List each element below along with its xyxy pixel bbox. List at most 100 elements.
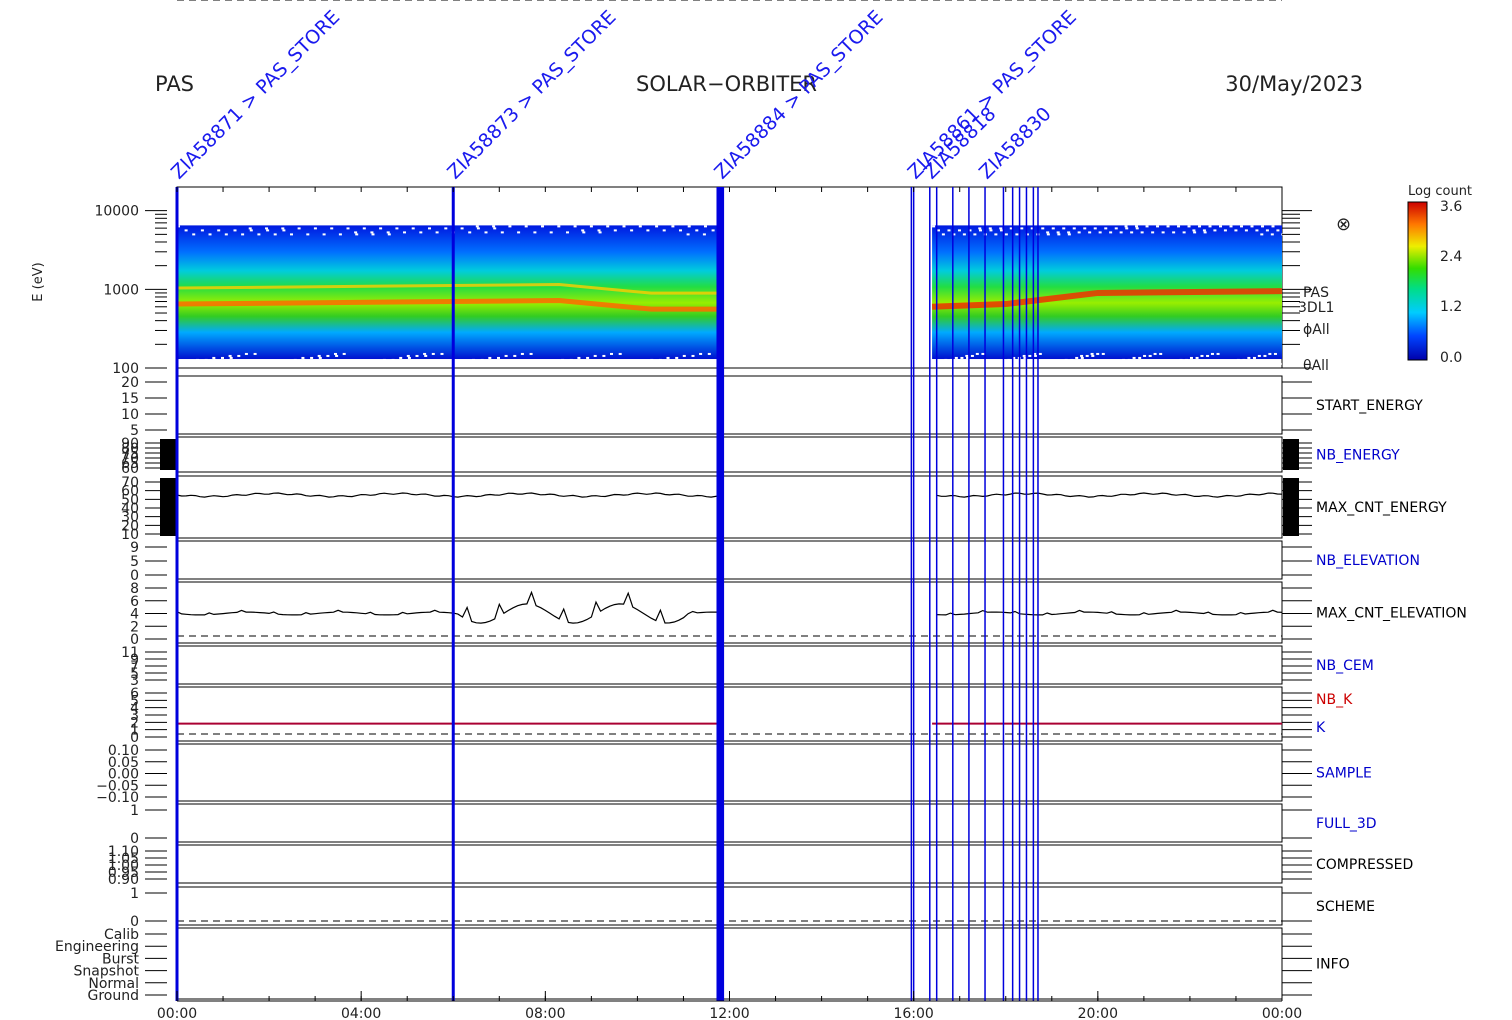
spectrogram-speckle xyxy=(322,233,326,236)
spectrogram-speckle xyxy=(1062,227,1066,230)
spectrogram-speckle xyxy=(1046,231,1050,234)
spectrogram-speckle xyxy=(1038,352,1042,355)
spectrogram-speckle xyxy=(468,231,472,234)
spectrogram-speckle xyxy=(999,229,1003,232)
spectrogram-speckle xyxy=(1198,225,1202,228)
spectrogram-speckle xyxy=(335,354,339,357)
spectrogram-speckle xyxy=(581,229,585,232)
spectrogram-speckle xyxy=(965,354,969,357)
panel-frame xyxy=(176,686,1283,742)
spectrogram-speckle xyxy=(1033,354,1037,357)
spectrogram-speckle xyxy=(237,354,241,357)
spectrogram-speckle xyxy=(1161,231,1165,234)
spectrogram-speckle xyxy=(651,360,655,363)
spectrogram-speckle xyxy=(1151,231,1155,234)
spectrogram-speckle xyxy=(1104,227,1108,230)
spectrogram-speckle xyxy=(1271,225,1275,228)
spectrogram-speckle xyxy=(371,233,375,236)
spectrogram-speckle xyxy=(1168,360,1172,363)
spectrogram-speckle xyxy=(1257,354,1261,357)
spectrogram-speckle xyxy=(642,360,646,363)
spectrogram-speckle xyxy=(217,229,221,232)
panel-label: SAMPLE xyxy=(1316,766,1372,782)
spectrogram-speckle xyxy=(1015,233,1019,236)
spectrogram-speckle xyxy=(675,356,679,359)
spectrogram-speckle xyxy=(699,352,703,355)
spectrogram-speckle xyxy=(695,229,699,232)
spectrogram-speckle xyxy=(1177,225,1181,228)
panel-label: COMPRESSED xyxy=(1316,857,1413,873)
spectrogram-speckle xyxy=(707,352,711,355)
spectrogram-speckle xyxy=(553,360,557,363)
spectrogram-speckle xyxy=(1080,356,1084,359)
spectrogram-speckle xyxy=(1096,352,1100,355)
spectrogram-speckle xyxy=(1208,225,1212,228)
spectrogram-speckle xyxy=(1210,352,1214,355)
spectrogram-speckle xyxy=(524,225,528,228)
colorbar-tick-label: 2.4 xyxy=(1440,249,1462,265)
spectrogram-speckle xyxy=(1119,231,1123,234)
spectrogram-speckle xyxy=(671,225,675,228)
spectrogram-speckle xyxy=(493,227,497,230)
info-line: 3DL1 xyxy=(1298,300,1334,316)
spectrogram-speckle xyxy=(582,231,586,234)
spectrogram-speckle xyxy=(1213,229,1217,232)
spectrogram-speckle xyxy=(1007,358,1011,361)
spectrogram-speckle xyxy=(1203,231,1207,234)
spectrogram-speckle xyxy=(196,358,200,361)
spectrogram-speckle xyxy=(1219,225,1223,228)
spectrogram-speckle xyxy=(1132,356,1136,359)
panel-frame xyxy=(176,743,1283,802)
spectrogram-speckle xyxy=(1028,354,1032,357)
spectrogram-speckle xyxy=(978,227,982,230)
panel-fill-block xyxy=(160,439,176,470)
spectrogram-speckle xyxy=(1085,354,1089,357)
spectrogram-speckle xyxy=(939,360,943,363)
spectrogram-speckle xyxy=(1067,231,1071,234)
spectrogram-speckle xyxy=(407,356,411,359)
spectrogram-speckle xyxy=(354,231,358,234)
spectrogram-speckle xyxy=(1054,360,1058,363)
spectrogram-speckle xyxy=(180,362,184,365)
spectrogram-speckle xyxy=(338,233,342,236)
spectrogram-speckle xyxy=(508,225,512,228)
spectrogram-speckle xyxy=(391,358,395,361)
spectrogram-speckle xyxy=(1260,233,1264,236)
spectrogram-speckle xyxy=(970,354,974,357)
spectrogram-speckle xyxy=(1273,352,1277,355)
spectrogram-speckle xyxy=(1088,231,1092,234)
spectrogram-speckle xyxy=(233,229,237,232)
spectrogram-speckle xyxy=(1046,233,1050,236)
spectrogram-speckle xyxy=(960,356,964,359)
spectrogram-speckle xyxy=(1169,362,1173,365)
spectrogram-speckle xyxy=(249,229,253,232)
spectrogram-speckle xyxy=(1143,354,1147,357)
spectrogram-speckle xyxy=(1004,233,1008,236)
spectrogram-speckle xyxy=(622,225,626,228)
spectrogram-speckle xyxy=(1192,229,1196,232)
panel-fill-block xyxy=(1283,478,1299,536)
spectrogram-speckle xyxy=(1101,352,1105,355)
spectrogram-speckle xyxy=(1158,362,1162,365)
x-axis-tick-label: 08:00 xyxy=(525,1006,565,1020)
spectrogram-speckle xyxy=(1140,231,1144,234)
spectrogram-speckle xyxy=(1255,229,1259,232)
spectrogram-speckle xyxy=(1166,225,1170,228)
spectrogram-speckle xyxy=(954,356,958,359)
panel-frame xyxy=(176,475,1283,539)
colorbar-tick-label: 3.6 xyxy=(1440,199,1462,215)
spectrogram-speckle xyxy=(1265,229,1269,232)
spectrogram-speckle xyxy=(415,354,419,357)
spectrogram-speckle xyxy=(577,356,581,359)
x-axis-tick-label: 16:00 xyxy=(893,1006,933,1020)
spectrogram-speckle xyxy=(297,227,301,230)
spectrogram-speckle xyxy=(1242,358,1246,361)
spectrogram-speckle xyxy=(1098,231,1102,234)
spectrogram-speckle xyxy=(1122,358,1126,361)
spectrogram-speckle xyxy=(269,362,273,365)
spectrogram-speckle xyxy=(545,362,549,365)
spectrogram-speckle xyxy=(431,352,435,355)
spectrogram-speckle xyxy=(1056,231,1060,234)
spectrogram-speckle xyxy=(1240,225,1244,228)
spectrogram-speckle xyxy=(204,358,208,361)
